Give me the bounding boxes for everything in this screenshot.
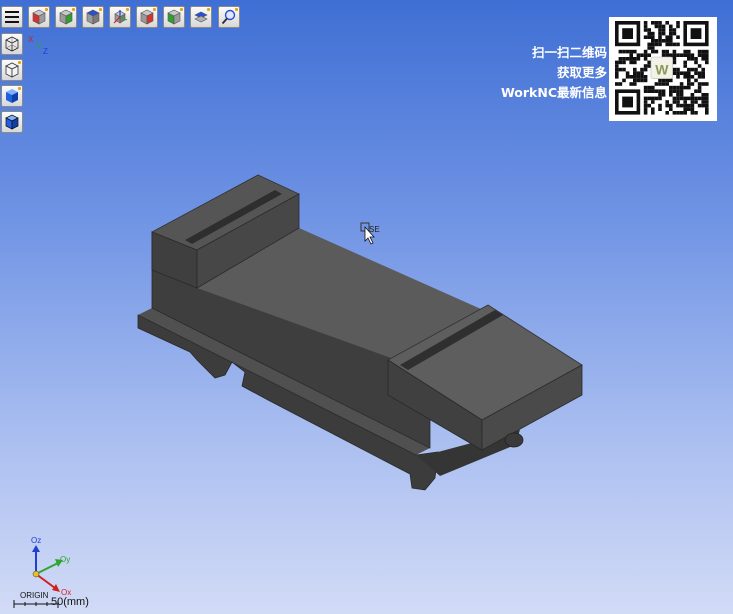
mouse-cursor: SE [360,222,380,245]
scale-label: 50(mm) [51,596,89,608]
triad-z-label: Oz [31,536,41,545]
origin-label: ORIGIN [20,591,49,600]
viewport-3d[interactable]: SE Oz Oy Ox [0,0,733,614]
screw-knob [504,432,524,448]
vise-model[interactable] [137,174,583,491]
triad-y-label: Oy [60,555,70,564]
